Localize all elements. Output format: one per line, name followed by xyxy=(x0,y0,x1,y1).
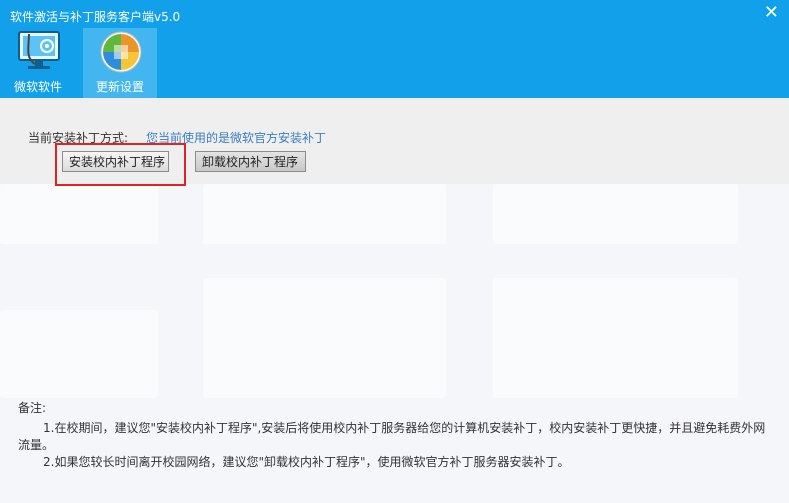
monitor-stethoscope-icon xyxy=(18,31,60,69)
close-icon[interactable]: ✕ xyxy=(764,4,779,22)
notes-section: 备注: 1.在校期间，建议您"安装校内补丁程序",安装后将使用校内补丁服务器给您… xyxy=(18,400,778,471)
notes-line-1: 1.在校期间，建议您"安装校内补丁程序",安装后将使用校内补丁服务器给您的计算机… xyxy=(43,421,766,435)
background-tile xyxy=(0,310,158,398)
windows-update-icon xyxy=(100,31,142,73)
uninstall-campus-patch-button[interactable]: 卸载校内补丁程序 xyxy=(195,151,306,172)
background-tile xyxy=(493,278,738,398)
update-settings-panel: 当前安装补丁方式: 您当前使用的是微软官方安装补丁 安装校内补丁程序 卸载校内补… xyxy=(0,98,789,503)
tab-microsoft-software[interactable]: 微软软件 xyxy=(1,28,75,98)
notes-line-2: 2.如果您较长时间离开校园网络，建议您"卸载校内补丁程序"，使用微软官方补丁服务… xyxy=(43,455,570,469)
window-title: 软件激活与补丁服务客户端v5.0 xyxy=(10,10,181,24)
highlight-box xyxy=(55,143,186,186)
background-tile xyxy=(0,184,158,244)
tab-update-settings[interactable]: 更新设置 xyxy=(83,28,157,98)
app-header: 软件激活与补丁服务客户端v5.0 ✕ 微软软件 更新设置 xyxy=(0,0,789,98)
notes-line-1-continued: 流量。 xyxy=(18,438,55,452)
background-tile xyxy=(493,184,738,244)
tab-label: 微软软件 xyxy=(13,80,62,94)
tab-label: 更新设置 xyxy=(95,80,144,94)
notes-title: 备注: xyxy=(18,401,47,415)
background-tile xyxy=(203,278,446,398)
background-tile xyxy=(203,184,446,244)
